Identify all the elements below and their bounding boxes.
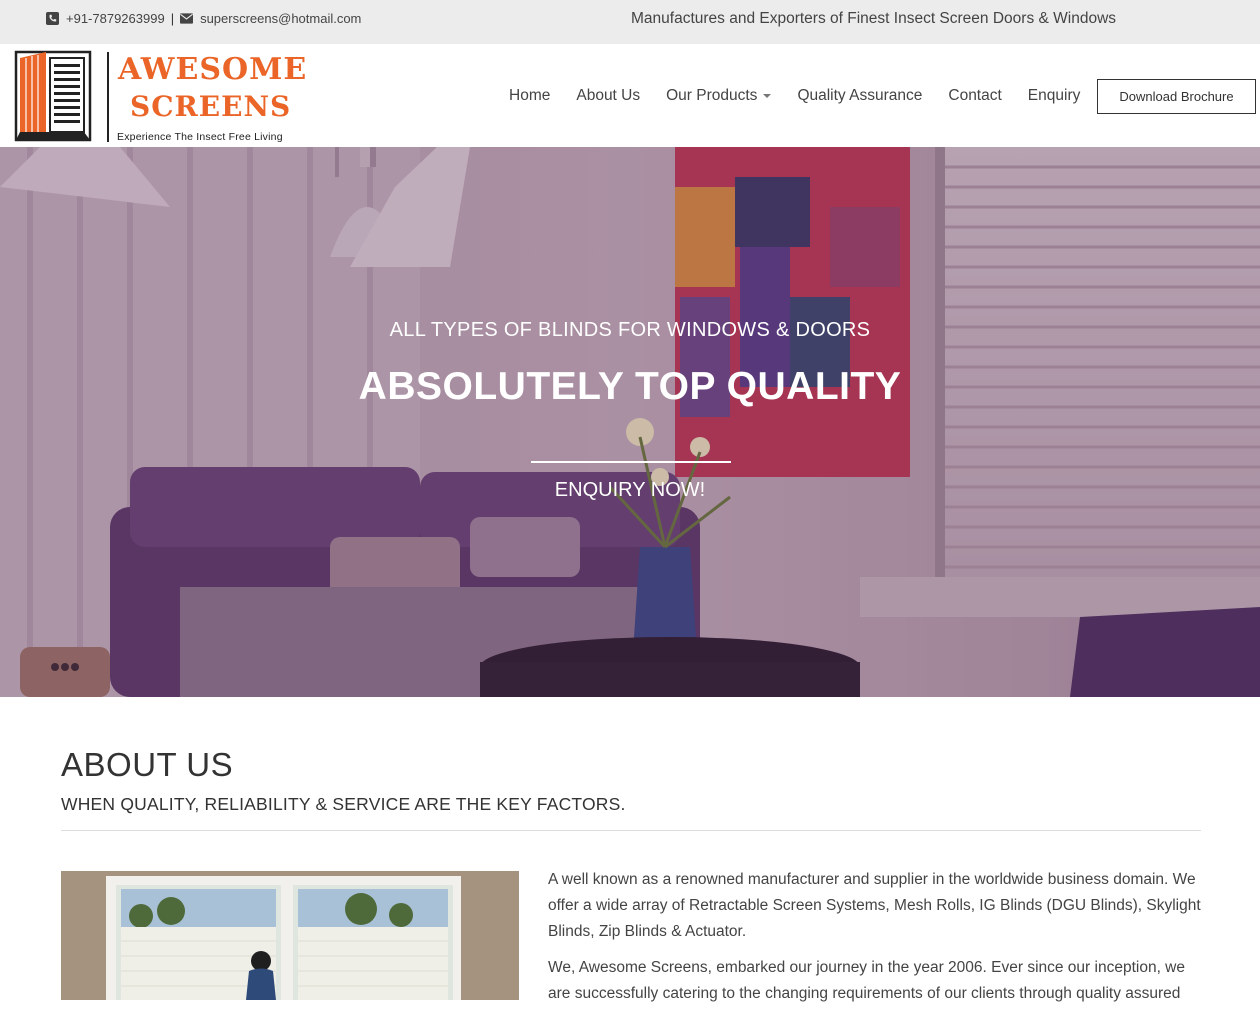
blinds-room-image [61,871,519,1000]
about-paragraph-2: We, Awesome Screens, embarked our journe… [548,959,1185,1002]
window-logo-icon [14,50,92,142]
tagline: Manufactures and Exporters of Finest Ins… [631,10,1117,27]
phone-icon [46,12,59,25]
nav-quality-assurance[interactable]: Quality Assurance [797,87,922,105]
main-nav: Home About Us Our Products Quality Assur… [509,87,1106,105]
separator: | [170,11,175,26]
header: AWESOME SCREENS Experience The Insect Fr… [0,44,1260,147]
nav-contact[interactable]: Contact [948,87,1001,105]
caret-down-icon [763,93,772,98]
hero-subtitle: ALL TYPES OF BLINDS FOR WINDOWS & DOORS [389,319,871,341]
nav-about-us[interactable]: About Us [576,87,640,105]
logo[interactable]: AWESOME SCREENS Experience The Insect Fr… [14,48,306,144]
nav-our-products-label: Our Products [666,87,758,104]
logo-slogan: Experience The Insect Free Living [117,131,283,143]
hero-divider [531,461,731,463]
nav-enquiry[interactable]: Enquiry [1028,87,1081,105]
nav-home[interactable]: Home [509,87,550,105]
envelope-icon [180,13,194,24]
hero-banner: ALL TYPES OF BLINDS FOR WINDOWS & DOORS … [0,147,1260,697]
download-brochure-button[interactable]: Download Brochure [1097,79,1256,114]
nav-our-products[interactable]: Our Products [666,87,772,105]
about-divider [61,830,1201,831]
about-image [61,871,519,1000]
enquiry-now-button[interactable]: ENQUIRY NOW! [0,479,1260,502]
contact-info: +91-7879263999 | superscreens@hotmail.co… [46,11,361,26]
about-paragraph-1: A well known as a renowned manufacturer … [548,871,1201,940]
logo-divider [107,52,109,142]
about-subtitle: WHEN QUALITY, RELIABILITY & SERVICE ARE … [61,794,626,814]
phone-number[interactable]: +91-7879263999 [66,11,165,26]
logo-text-awesome: AWESOME [118,52,308,87]
about-title: ABOUT US [61,746,234,783]
top-bar: +91-7879263999 | superscreens@hotmail.co… [0,0,1260,44]
hero-title: ABSOLUTELY TOP QUALITY [358,365,902,408]
about-text: A well known as a renowned manufacturer … [548,867,1208,1017]
logo-text-screens: SCREENS [130,90,292,123]
email-address[interactable]: superscreens@hotmail.com [200,11,361,26]
hero-overlay [0,147,1260,697]
